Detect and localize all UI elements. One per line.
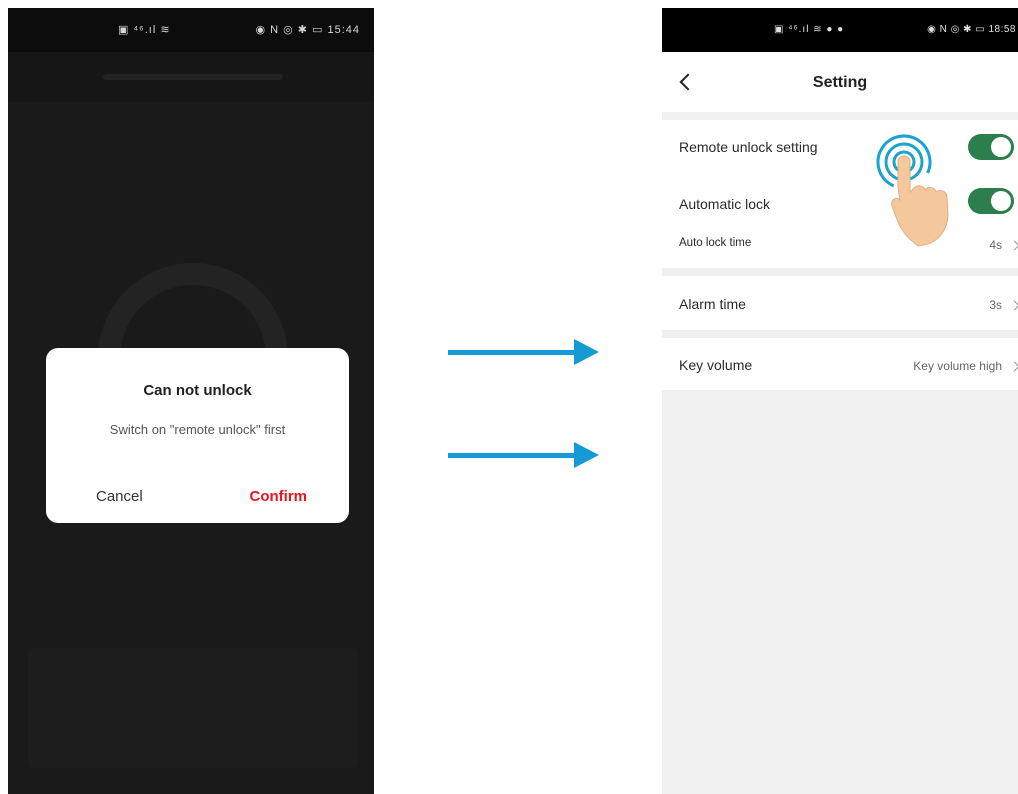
cancel-button[interactable]: Cancel bbox=[96, 488, 143, 505]
status-bar: ▣ ⁴⁶.ıl ≋ ● ● ◉ N ◎ ✱ ▭ 18:58 bbox=[662, 8, 1018, 52]
automatic-lock-toggle[interactable] bbox=[968, 188, 1014, 214]
key-volume-label: Key volume bbox=[679, 357, 753, 373]
navigation-bar: Setting bbox=[662, 52, 1018, 112]
alarm-time-label: Alarm time bbox=[679, 296, 746, 312]
dimmed-bottom-panel bbox=[28, 648, 358, 768]
dialog-title: Can not unlock bbox=[143, 382, 252, 399]
auto-lock-time-row[interactable]: Auto lock time 4s bbox=[662, 226, 1018, 266]
page-title: Setting bbox=[812, 74, 868, 91]
automatic-lock-label: Automatic lock bbox=[679, 196, 771, 212]
lock-settings-group: Remote unlock setting Automatic lock Aut… bbox=[662, 120, 1018, 268]
status-icons-right: ◉ N ◎ ✱ ▭ 18:58 bbox=[927, 24, 1016, 35]
chevron-right-icon bbox=[1009, 240, 1018, 251]
remote-unlock-toggle[interactable] bbox=[968, 134, 1014, 160]
alarm-time-row[interactable]: Alarm time 3s bbox=[662, 276, 1018, 330]
dimmed-title bbox=[103, 74, 283, 80]
auto-lock-time-value: 4s bbox=[989, 238, 1002, 252]
remote-unlock-row: Remote unlock setting bbox=[662, 120, 1018, 172]
status-icons-left: ▣ ⁴⁶.ıl ≋ ● ● bbox=[774, 24, 845, 35]
arrow-right-icon bbox=[448, 337, 600, 367]
dimmed-header bbox=[8, 52, 374, 102]
status-icons-left: ▣ ⁴⁶.ıl ≋ bbox=[118, 24, 171, 36]
status-icons-right: ◉ N ◎ ✱ ▭ 15:44 bbox=[255, 24, 360, 36]
alarm-time-value: 3s bbox=[989, 298, 1002, 312]
key-volume-row[interactable]: Key volume Key volume high bbox=[662, 338, 1018, 390]
chevron-right-icon bbox=[1009, 300, 1018, 311]
remote-unlock-label: Remote unlock setting bbox=[679, 139, 818, 155]
arrow-right-icon bbox=[448, 440, 600, 470]
key-volume-value: Key volume high bbox=[913, 359, 1002, 373]
confirm-button[interactable]: Confirm bbox=[250, 488, 308, 505]
chevron-right-icon bbox=[1009, 361, 1018, 372]
dialog-message: Switch on "remote unlock" first bbox=[109, 422, 286, 437]
automatic-lock-row: Automatic lock bbox=[662, 176, 1018, 222]
cannot-unlock-dialog: Can not unlock Switch on "remote unlock"… bbox=[46, 348, 349, 523]
status-bar: ▣ ⁴⁶.ıl ≋ ◉ N ◎ ✱ ▭ 15:44 bbox=[8, 8, 374, 52]
volume-group: Key volume Key volume high bbox=[662, 338, 1018, 390]
right-phone-screen: ▣ ⁴⁶.ıl ≋ ● ● ◉ N ◎ ✱ ▭ 18:58 Setting Re… bbox=[662, 8, 1018, 794]
alarm-group: Alarm time 3s bbox=[662, 276, 1018, 330]
auto-lock-time-label: Auto lock time bbox=[679, 237, 752, 249]
left-phone-screen: ▣ ⁴⁶.ıl ≋ ◉ N ◎ ✱ ▭ 15:44 Can not unlock… bbox=[8, 8, 374, 794]
